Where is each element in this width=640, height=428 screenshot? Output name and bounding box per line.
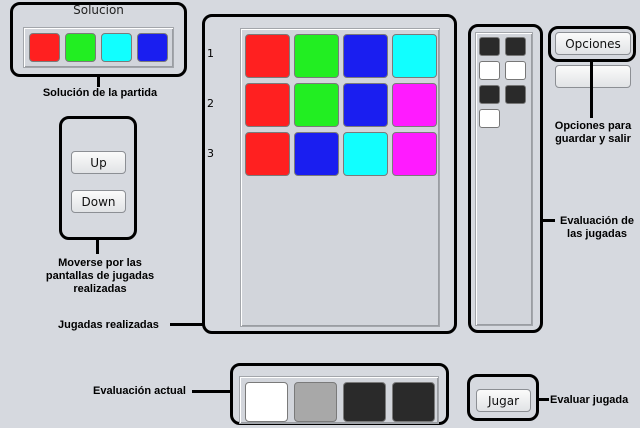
guess-peg [343, 132, 388, 176]
guess-peg [294, 83, 339, 127]
row-number: 1 [207, 47, 214, 60]
feedback-peg [505, 37, 526, 56]
connector-line [590, 62, 593, 118]
feedback-peg [479, 85, 500, 104]
annotation-options: Opciones para guardar y salir [548, 120, 638, 146]
feedback-peg [505, 85, 526, 104]
annotation-scroll-line: Moverse por las [58, 257, 142, 269]
current-eval-peg [392, 382, 435, 422]
annotation-evaluate: Evaluar jugada [550, 394, 629, 406]
annotation-current: Evaluación actual [93, 385, 186, 397]
current-eval-peg [245, 382, 288, 422]
annotation-evaluation: Evaluación de las jugadas [554, 215, 640, 241]
annotation-scroll: Moverse por las pantallas de jugadas rea… [30, 257, 170, 296]
up-button[interactable]: Up [71, 151, 126, 174]
guess-peg [343, 34, 388, 78]
scroll-callout [59, 116, 137, 240]
feedback-peg [505, 61, 526, 80]
annotation-scroll-line: pantallas de jugadas [45, 270, 155, 282]
solution-peg [101, 33, 132, 62]
current-eval-row [239, 376, 439, 424]
guess-peg [392, 34, 437, 78]
solution-peg [65, 33, 96, 62]
guess-peg [343, 83, 388, 127]
annotation-evaluation-line: Evaluación de [560, 215, 634, 227]
guess-peg [392, 83, 437, 127]
solution-peg [137, 33, 168, 62]
guess-peg [294, 132, 339, 176]
guess-peg [392, 132, 437, 176]
connector-line [539, 398, 549, 401]
feedback-peg [479, 37, 500, 56]
guess-peg [245, 34, 290, 78]
annotation-scroll-line: realizadas [73, 283, 127, 295]
solution-peg [29, 33, 60, 62]
options-button[interactable]: Opciones [555, 32, 631, 55]
annotation-options-line: Opciones para [554, 120, 632, 132]
down-button[interactable]: Down [71, 190, 126, 213]
guess-peg [245, 132, 290, 176]
annotation-evaluation-line: las jugadas [567, 228, 627, 240]
feedback-peg [479, 109, 500, 128]
connector-line [192, 390, 230, 393]
guess-peg [294, 34, 339, 78]
play-button[interactable]: Jugar [476, 389, 531, 412]
annotation-options-line: guardar y salir [555, 133, 631, 145]
annotation-solution: Solución de la partida [42, 87, 158, 99]
connector-line [97, 77, 100, 87]
annotation-guesses: Jugadas realizadas [58, 319, 159, 331]
secondary-button[interactable] [555, 65, 631, 88]
row-number: 3 [207, 147, 214, 160]
row-number: 2 [207, 97, 214, 110]
solution-title: Solucion [73, 3, 124, 17]
current-eval-peg [294, 382, 337, 422]
connector-line [96, 240, 99, 254]
current-eval-peg [343, 382, 386, 422]
connector-line [170, 323, 203, 326]
feedback-peg [479, 61, 500, 80]
guess-peg [245, 83, 290, 127]
solution-row [23, 27, 174, 68]
